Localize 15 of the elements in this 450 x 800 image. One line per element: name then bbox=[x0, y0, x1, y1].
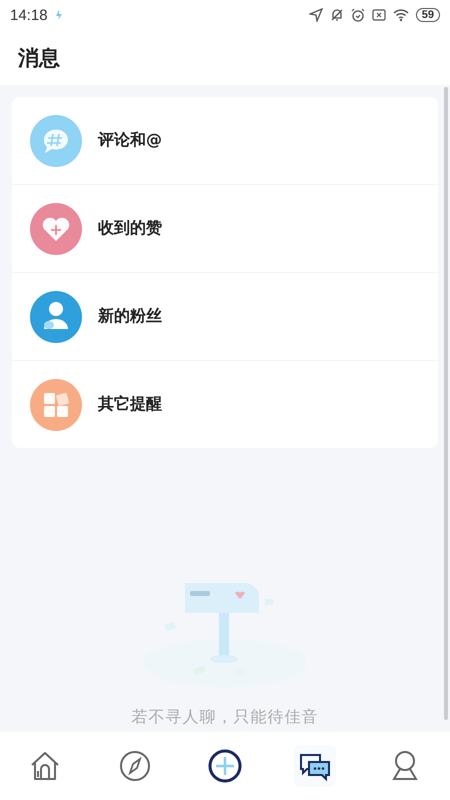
wifi-icon bbox=[392, 8, 409, 22]
bell-off-icon bbox=[330, 8, 344, 22]
page-title: 消息 bbox=[18, 44, 60, 72]
message-category-item[interactable]: 收到的赞 bbox=[12, 184, 438, 272]
bolt-icon bbox=[54, 10, 63, 20]
messages-tab[interactable] bbox=[294, 745, 336, 787]
sim-icon bbox=[372, 8, 386, 22]
message-category-item[interactable]: 新的粉丝 bbox=[12, 272, 438, 360]
message-category-item[interactable]: 其它提醒 bbox=[12, 360, 438, 448]
empty-state-message: 若不寻人聊，只能待佳音 bbox=[132, 707, 318, 728]
location-icon bbox=[308, 8, 323, 22]
alarm-icon bbox=[350, 8, 365, 22]
message-category-item[interactable]: 评论和@ bbox=[12, 97, 438, 184]
status-time: 14:18 bbox=[10, 6, 48, 24]
battery-level: 59 bbox=[416, 8, 440, 22]
